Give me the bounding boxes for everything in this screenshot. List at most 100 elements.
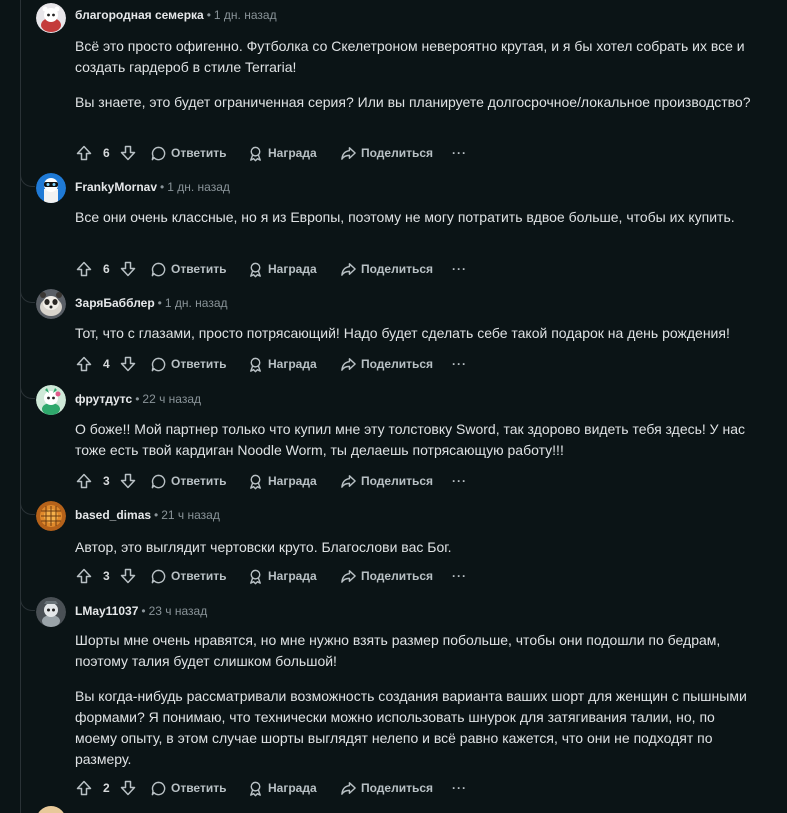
comment-bubble-icon	[151, 781, 166, 795]
score: 3	[103, 474, 110, 488]
separator-dot: •	[141, 604, 146, 618]
more-options-icon: ···	[452, 474, 467, 488]
share-icon	[341, 781, 356, 795]
thread-connector	[20, 288, 35, 303]
share-button[interactable]: Поделиться	[340, 778, 433, 798]
timestamp[interactable]: 22 ч назад	[142, 392, 201, 406]
downvote-icon[interactable]	[119, 472, 137, 490]
score: 4	[103, 357, 110, 371]
downvote-icon[interactable]	[119, 144, 137, 162]
author-name[interactable]: FrankyMornav	[75, 180, 157, 194]
more-options-button[interactable]: ···	[452, 143, 467, 163]
comment: фрутдутс • 22 ч назад О боже!! Мой партнер…	[0, 384, 787, 496]
thread-connector	[20, 596, 35, 611]
reply-button[interactable]: Ответить	[150, 143, 226, 163]
separator-dot: •	[157, 296, 162, 310]
reply-label: Ответить	[171, 146, 227, 160]
downvote-icon[interactable]	[119, 567, 137, 585]
snoo-blue-avatar[interactable]	[36, 173, 66, 203]
more-options-button[interactable]: ···	[452, 778, 467, 798]
share-button[interactable]: Поделиться	[340, 354, 433, 374]
award-icon	[250, 781, 261, 796]
comment-paragraph: Вы когда-нибудь рассматривали возможност…	[75, 688, 747, 767]
comment-paragraph: О боже!! Мой партнер только что купил мн…	[75, 421, 745, 458]
share-label: Поделиться	[361, 781, 434, 795]
comment-body: Тот, что с глазами, просто потрясающий! …	[75, 323, 755, 344]
share-button[interactable]: Поделиться	[340, 471, 433, 491]
snoo-white-avatar[interactable]	[36, 3, 66, 33]
award-label: Награда	[268, 357, 317, 371]
award-icon	[250, 569, 261, 584]
share-button[interactable]: Поделиться	[340, 259, 433, 279]
comment-body: О боже!! Мой партнер только что купил мн…	[75, 419, 755, 461]
author-name[interactable]: LMay11037	[75, 604, 138, 618]
author-name[interactable]: фрутдутс	[75, 392, 132, 406]
award-button[interactable]: Награда	[247, 143, 317, 163]
comment: LMay11037 • 23 ч назад Шорты мне очень нра…	[0, 596, 787, 801]
timestamp[interactable]: 1 дн. назад	[214, 8, 277, 22]
reply-button[interactable]: Ответить	[150, 259, 226, 279]
timestamp[interactable]: 1 дн. назад	[167, 180, 230, 194]
reply-button[interactable]: Ответить	[150, 471, 226, 491]
downvote-icon[interactable]	[119, 779, 137, 797]
award-button[interactable]: Награда	[247, 259, 317, 279]
score: 6	[103, 146, 110, 160]
downvote-icon[interactable]	[119, 355, 137, 373]
next-comment-avatar[interactable]	[36, 806, 66, 813]
downvote-icon[interactable]	[119, 260, 137, 278]
orange-photo-avatar[interactable]	[36, 501, 66, 531]
more-options-button[interactable]: ···	[452, 259, 467, 279]
timestamp[interactable]: 23 ч назад	[149, 604, 208, 618]
reply-button[interactable]: Ответить	[150, 778, 226, 798]
score: 3	[103, 569, 110, 583]
share-icon	[341, 474, 356, 488]
upvote-icon[interactable]	[75, 355, 93, 373]
share-icon	[341, 569, 356, 583]
upvote-icon[interactable]	[75, 472, 93, 490]
share-icon	[341, 146, 356, 160]
share-label: Поделиться	[361, 474, 434, 488]
comment-bubble-icon	[151, 357, 166, 371]
award-icon	[250, 262, 261, 277]
thread-connector	[20, 172, 35, 187]
reply-label: Ответить	[171, 357, 227, 371]
comment-paragraph: Автор, это выглядит чертовски круто. Бла…	[75, 539, 452, 555]
award-button[interactable]: Награда	[247, 354, 317, 374]
more-options-button[interactable]: ···	[452, 471, 467, 491]
award-label: Награда	[268, 146, 317, 160]
comment: FrankyMornav • 1 дн. назад Все они очень к…	[0, 172, 787, 284]
reply-label: Ответить	[171, 781, 227, 795]
snoo-gray-avatar[interactable]	[36, 597, 66, 627]
snoo-green-avatar[interactable]	[36, 385, 66, 415]
more-options-button[interactable]: ···	[452, 354, 467, 374]
comment: based_dimas • 21 ч назад Автор, это выгляд…	[0, 500, 787, 592]
upvote-icon[interactable]	[75, 567, 93, 585]
share-button[interactable]: Поделиться	[340, 566, 433, 586]
comment-paragraph: Всё это просто офигенно. Футболка со Ске…	[75, 38, 745, 75]
author-name[interactable]: благородная семерка	[75, 8, 204, 22]
reply-button[interactable]: Ответить	[150, 354, 226, 374]
share-icon	[341, 357, 356, 371]
comment-paragraph: Шорты мне очень нравятся, но мне нужно в…	[75, 632, 721, 669]
timestamp[interactable]: 1 дн. назад	[165, 296, 228, 310]
timestamp[interactable]: 21 ч назад	[161, 508, 220, 522]
award-label: Награда	[268, 569, 317, 583]
award-button[interactable]: Награда	[247, 778, 317, 798]
upvote-icon[interactable]	[75, 260, 93, 278]
upvote-icon[interactable]	[75, 144, 93, 162]
share-icon	[341, 262, 356, 276]
award-button[interactable]: Награда	[247, 471, 317, 491]
more-options-button[interactable]: ···	[452, 566, 467, 586]
award-icon	[250, 357, 261, 372]
author-name[interactable]: ЗаряБабблер	[75, 296, 155, 310]
vote-group: 3	[75, 471, 137, 491]
red-panda-avatar[interactable]	[36, 289, 66, 319]
more-options-icon: ···	[452, 262, 467, 276]
award-icon	[250, 474, 261, 489]
author-name[interactable]: based_dimas	[75, 508, 151, 522]
upvote-icon[interactable]	[75, 779, 93, 797]
share-button[interactable]: Поделиться	[340, 143, 433, 163]
award-button[interactable]: Награда	[247, 566, 317, 586]
award-label: Награда	[268, 474, 317, 488]
reply-button[interactable]: Ответить	[150, 566, 226, 586]
